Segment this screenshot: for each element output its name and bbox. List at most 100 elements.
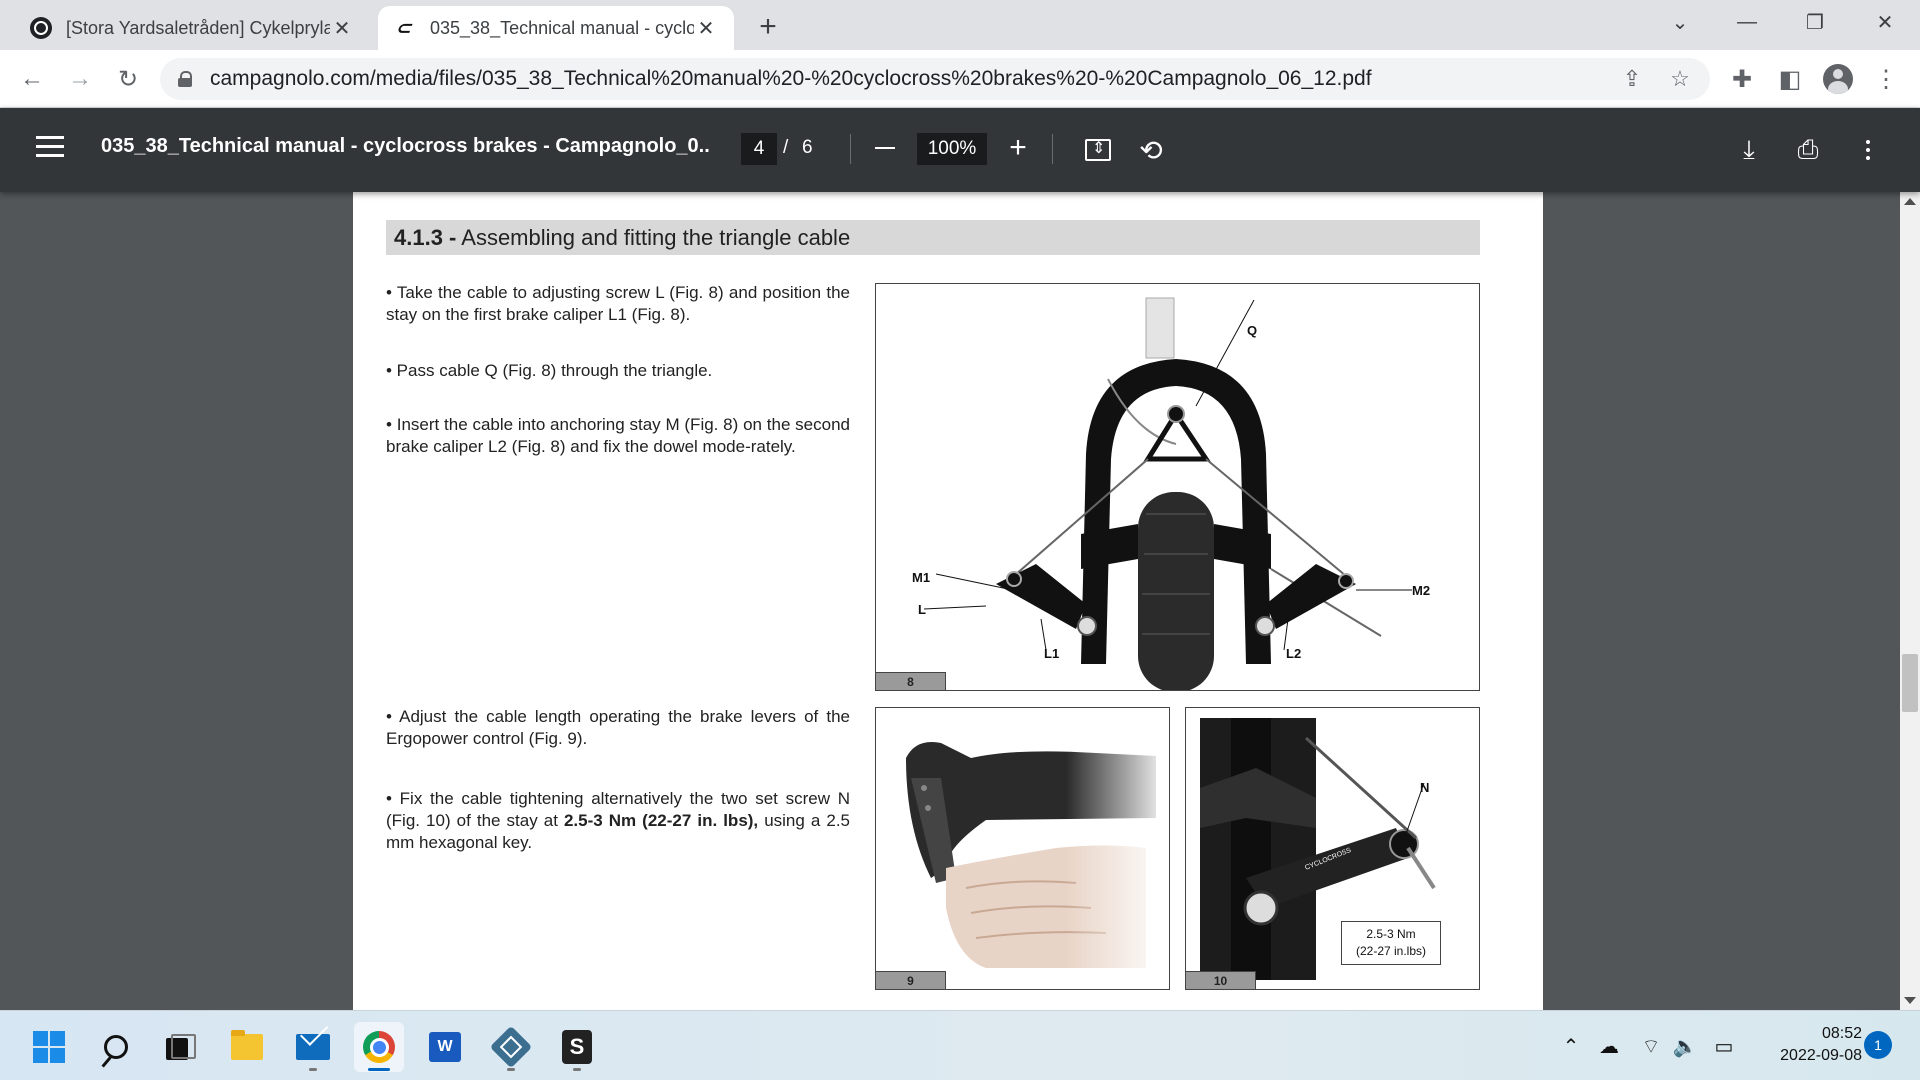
- search-button[interactable]: [91, 1022, 141, 1072]
- start-button[interactable]: [24, 1022, 74, 1072]
- notification-badge[interactable]: 1: [1864, 1031, 1892, 1059]
- pdf-sidebar-menu-icon[interactable]: [36, 136, 64, 158]
- label-l1: L1: [1044, 646, 1060, 661]
- tab-technical-manual[interactable]: ⊂ 035_38_Technical manual - cyclocross b…: [378, 6, 734, 50]
- wifi-icon[interactable]: ⌔: [1634, 1029, 1668, 1063]
- label-l: L: [918, 602, 926, 617]
- rotate-icon[interactable]: ⟲: [1131, 130, 1171, 170]
- torque-nm: 2.5-3 Nm: [1366, 927, 1416, 941]
- torque-spec-box: 2.5-3 Nm (22-27 in.lbs): [1341, 921, 1441, 965]
- show-hidden-icons-chevron-icon[interactable]: ⌃: [1556, 1029, 1586, 1063]
- campagnolo-favicon-icon: ⊂: [393, 17, 417, 38]
- share-icon[interactable]: ⇪: [1612, 58, 1652, 100]
- page-separator: /: [783, 137, 789, 158]
- pdf-document-title: 035_38_Technical manual - cyclocross bra…: [101, 135, 711, 157]
- section-heading: 4.1.3 - Assembling and fitting the trian…: [386, 220, 1480, 255]
- label-l2: L2: [1286, 646, 1302, 661]
- torque-inlbs: (22-27 in.lbs): [1355, 944, 1427, 958]
- brake-lever-hand-illustration: [906, 728, 1169, 978]
- forward-arrow-icon[interactable]: →: [60, 59, 100, 99]
- windows-taskbar: W S ⌃ ☁ ⌔ 🔈 ▭ 08:52 2022-09-08 1: [0, 1010, 1920, 1080]
- page-total: 6: [802, 137, 813, 158]
- task-view-icon: [166, 1034, 196, 1060]
- toolbar-divider: [850, 134, 851, 164]
- toolbar-divider: [1052, 134, 1053, 164]
- section-number: 4.1.3 -: [394, 225, 457, 250]
- new-tab-button[interactable]: +: [748, 8, 788, 48]
- figure-number: 9: [876, 971, 946, 989]
- label-m2: M2: [1412, 583, 1431, 598]
- download-icon[interactable]: ⤓: [1729, 130, 1769, 170]
- profile-avatar[interactable]: [1818, 59, 1858, 99]
- figure-number: 8: [876, 672, 946, 690]
- tab-close-icon[interactable]: ✕: [330, 16, 354, 41]
- maximize-button[interactable]: ❐: [1780, 0, 1850, 44]
- fit-to-page-button[interactable]: [1078, 130, 1118, 170]
- back-arrow-icon[interactable]: ←: [12, 59, 52, 99]
- bookmark-star-icon[interactable]: ☆: [1660, 58, 1700, 100]
- file-explorer-button[interactable]: [222, 1022, 272, 1072]
- label-n: N: [1420, 780, 1430, 795]
- dev-app-icon: [489, 1025, 533, 1069]
- figure-number: 10: [1186, 971, 1256, 989]
- system-clock[interactable]: 08:52 2022-09-08: [1752, 1023, 1862, 1067]
- instruction-paragraph: • Pass cable Q (Fig. 8) through the tria…: [386, 361, 713, 380]
- tab-search-dropdown-icon[interactable]: ⌄: [1645, 0, 1715, 44]
- mail-app-button[interactable]: [288, 1022, 338, 1072]
- vertical-scrollbar[interactable]: [1900, 192, 1920, 1010]
- s-app-button[interactable]: S: [552, 1022, 602, 1072]
- figure-8-brake-assembly: Q M1 L L1 L2 M2 8: [875, 283, 1480, 691]
- search-icon: [104, 1035, 128, 1059]
- figure-10-set-screw: CYCLOCROSS N 2.5-3 Nm (22-27 in.lbs) 10: [1185, 707, 1480, 990]
- torque-value-text: 2.5-3 Nm (22-27 in. lbs),: [563, 811, 759, 830]
- address-bar[interactable]: campagnolo.com/media/files/035_38_Techni…: [160, 58, 1710, 100]
- tab-yardsale[interactable]: [Stora Yardsaletråden] Cykelpryla ✕: [14, 6, 370, 50]
- zoom-level-input[interactable]: 100%: [917, 133, 987, 165]
- extensions-puzzle-icon[interactable]: ✚: [1722, 59, 1762, 99]
- word-icon: W: [429, 1032, 461, 1062]
- label-q: Q: [1247, 323, 1258, 338]
- section-title: Assembling and fitting the triangle cabl…: [456, 225, 851, 250]
- windows-logo-icon: [33, 1031, 65, 1063]
- pdf-toolbar: 035_38_Technical manual - cyclocross bra…: [0, 108, 1920, 192]
- clock-time: 08:52: [1821, 1025, 1862, 1042]
- minimize-button[interactable]: —: [1712, 0, 1782, 44]
- clock-date: 2022-09-08: [1780, 1047, 1862, 1064]
- side-panel-icon[interactable]: ◧: [1770, 59, 1810, 99]
- scroll-thumb[interactable]: [1902, 654, 1918, 712]
- chrome-icon: [363, 1031, 395, 1063]
- instruction-paragraph: • Insert the cable into anchoring stay M…: [386, 415, 850, 456]
- browser-toolbar: ← → ↻ campagnolo.com/media/files/035_38_…: [0, 50, 1920, 108]
- scroll-down-arrow-icon[interactable]: [1904, 997, 1916, 1004]
- tab-title: [Stora Yardsaletråden] Cykelpryla: [66, 17, 330, 38]
- brake-caliper-illustration: [923, 297, 1412, 690]
- avatar-icon: [1823, 64, 1853, 94]
- tab-title: 035_38_Technical manual - cyclocross bra…: [430, 17, 694, 38]
- tab-strip: [Stora Yardsaletråden] Cykelpryla ✕ ⊂ 03…: [0, 0, 1920, 50]
- scroll-up-arrow-icon[interactable]: [1904, 198, 1916, 205]
- page-number-input[interactable]: 4: [741, 133, 777, 165]
- fit-page-icon: [1085, 138, 1111, 161]
- chrome-app-button[interactable]: [354, 1022, 404, 1072]
- instruction-paragraph: • Fix the cable tightening alternatively…: [386, 788, 850, 854]
- volume-icon[interactable]: 🔈: [1668, 1029, 1702, 1063]
- task-view-button[interactable]: [154, 1022, 204, 1072]
- print-icon[interactable]: ⎙: [1788, 130, 1828, 170]
- pdf-more-actions-icon[interactable]: [1848, 130, 1888, 170]
- url-text[interactable]: campagnolo.com/media/files/035_38_Techni…: [210, 67, 1372, 91]
- dev-app-button[interactable]: [486, 1022, 536, 1072]
- figure-9-ergopower-lever: 9: [875, 707, 1170, 990]
- close-window-button[interactable]: ✕: [1850, 0, 1920, 44]
- battery-icon[interactable]: ▭: [1706, 1029, 1742, 1063]
- pdf-viewer[interactable]: 4.1.3 - Assembling and fitting the trian…: [0, 192, 1920, 1010]
- lock-icon[interactable]: [178, 71, 192, 87]
- instruction-paragraph: • Take the cable to adjusting screw L (F…: [386, 283, 850, 324]
- label-m1: M1: [912, 570, 931, 585]
- zoom-in-button[interactable]: +: [1003, 130, 1033, 166]
- reload-icon[interactable]: ↻: [108, 59, 148, 99]
- tab-close-icon[interactable]: ✕: [694, 16, 718, 41]
- zoom-out-button[interactable]: [870, 130, 900, 166]
- word-app-button[interactable]: W: [420, 1022, 470, 1072]
- browser-menu-icon[interactable]: ⋮: [1866, 59, 1906, 99]
- onedrive-cloud-icon[interactable]: ☁: [1592, 1029, 1626, 1063]
